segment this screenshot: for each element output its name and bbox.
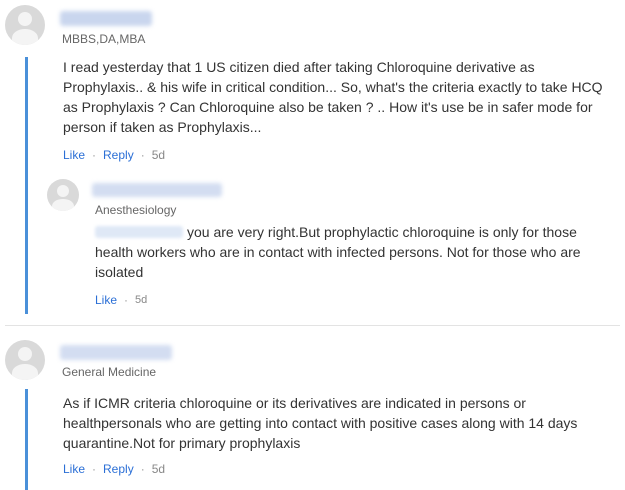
avatar-icon[interactable] (47, 179, 79, 211)
separator: · (124, 293, 129, 307)
comment-body: As if ICMR criteria chloroquine or its d… (63, 393, 615, 453)
reply-actions: Like · 5d (95, 293, 147, 307)
avatar-icon[interactable] (5, 5, 45, 45)
author-specialty: General Medicine (62, 365, 157, 379)
like-button[interactable]: Like (63, 148, 85, 162)
reply-button[interactable]: Reply (103, 462, 134, 476)
comment-actions: Like · Reply · 5d (63, 148, 165, 162)
avatar-icon[interactable] (5, 340, 45, 380)
reply-body: you are very right.But prophylactic chlo… (95, 222, 600, 282)
comment-actions: Like · Reply · 5d (63, 462, 165, 476)
timestamp: 5d (135, 294, 148, 306)
thread-line (25, 389, 28, 490)
comment-text: As if ICMR criteria chloroquine or its d… (63, 395, 578, 451)
like-button[interactable]: Like (95, 293, 117, 307)
mention-tag[interactable] (95, 226, 183, 238)
like-button[interactable]: Like (63, 462, 85, 476)
thread-line (25, 57, 28, 314)
author-name[interactable] (60, 345, 172, 360)
author-name[interactable] (60, 11, 152, 26)
author-specialty: Anesthesiology (95, 203, 177, 217)
comment-thread: MBBS,DA,MBA I read yesterday that 1 US c… (0, 0, 625, 490)
separator: · (140, 148, 145, 162)
separator: · (92, 148, 97, 162)
author-name[interactable] (92, 183, 222, 197)
comment-text: I read yesterday that 1 US citizen died … (63, 59, 603, 135)
comment-divider (5, 325, 620, 326)
comment-body: I read yesterday that 1 US citizen died … (63, 57, 615, 137)
author-specialty: MBBS,DA,MBA (62, 32, 146, 46)
separator: · (92, 462, 97, 476)
timestamp: 5d (151, 462, 166, 476)
reply-text: you are very right.But prophylactic chlo… (95, 222, 600, 282)
reply-button[interactable]: Reply (103, 148, 134, 162)
separator: · (140, 462, 145, 476)
timestamp: 5d (151, 148, 166, 162)
